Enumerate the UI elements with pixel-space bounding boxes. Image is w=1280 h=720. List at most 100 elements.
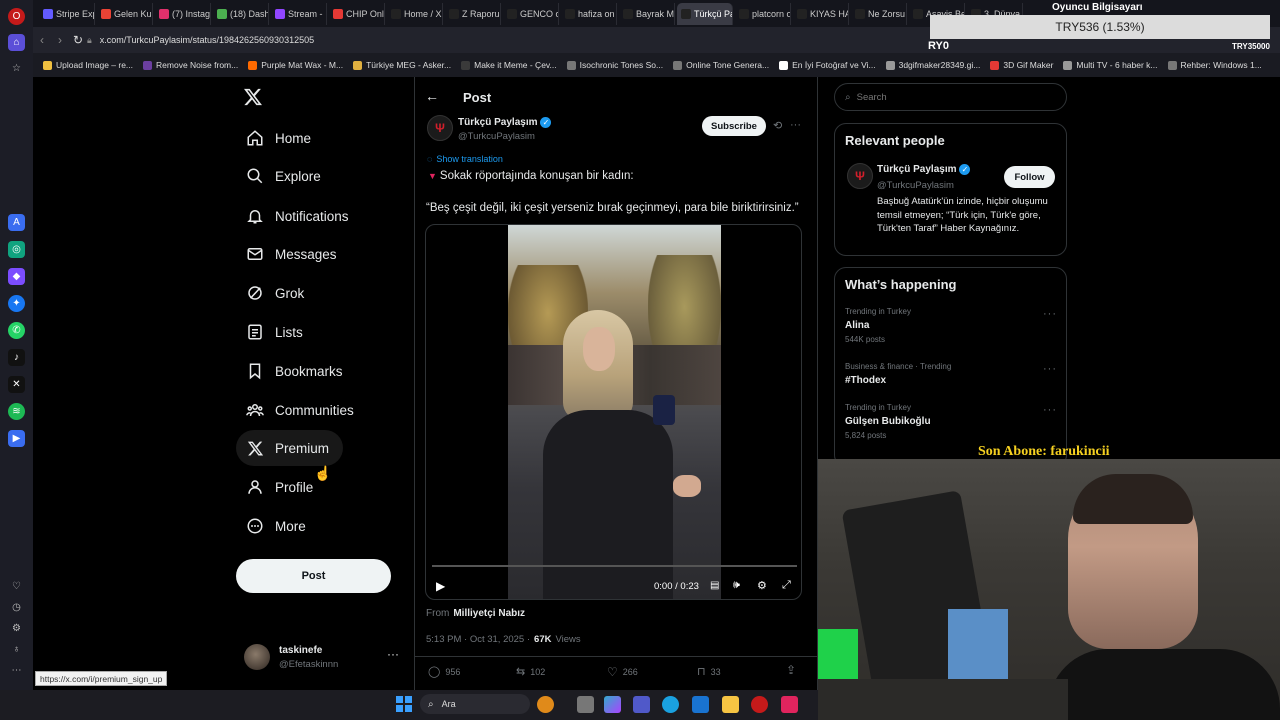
browser-tab[interactable]: Z Raporu xyxy=(445,2,501,25)
bookmark-item[interactable]: Multi TV - 6 haber k... xyxy=(1063,60,1158,70)
windows-start-icon[interactable] xyxy=(396,696,412,712)
captions-icon[interactable]: ▤ xyxy=(710,580,719,591)
taskbar-copilot-icon[interactable] xyxy=(604,696,621,713)
opera-logo-icon[interactable]: O xyxy=(8,8,25,25)
back-icon[interactable]: ‹ xyxy=(33,33,51,47)
translate-row[interactable]: ◌ Show translation xyxy=(427,154,503,164)
account-more-icon[interactable]: ··· xyxy=(387,647,399,661)
bookmark-item[interactable]: Isochronic Tones So... xyxy=(566,60,663,70)
post-more-icon[interactable]: ··· xyxy=(790,119,801,131)
player-icon[interactable]: ▶ xyxy=(8,430,25,447)
volume-icon[interactable]: 🕪︎ xyxy=(733,579,740,592)
browser-tab[interactable]: GENCO o xyxy=(503,2,559,25)
nav-item-home[interactable]: Home xyxy=(236,120,325,156)
trend-item[interactable]: Trending in Turkey Gülşen Bubikoğlu 5,824 … xyxy=(845,403,931,440)
browser-tab[interactable]: platcorn o xyxy=(735,2,791,25)
nav-item-explore[interactable]: Explore xyxy=(236,158,335,194)
person-name[interactable]: Türkçü Paylaşım xyxy=(877,164,956,175)
nav-item-lists[interactable]: Lists xyxy=(236,314,317,350)
share-icon[interactable]: ⇪ xyxy=(786,663,796,677)
video-progress-track[interactable] xyxy=(432,565,797,567)
nav-item-communities[interactable]: Communities xyxy=(236,392,368,428)
bookmark-action[interactable]: ⊓ 33 xyxy=(697,665,721,678)
browser-tab[interactable]: Gelen Ku xyxy=(97,2,153,25)
author-name-row[interactable]: Türkçü Paylaşım ✓ xyxy=(458,117,552,128)
url-field[interactable]: x.com/TurkcuPaylasim/status/198426256093… xyxy=(100,35,314,45)
x-sidebar-icon[interactable]: ✕ xyxy=(8,376,25,393)
more-icon[interactable]: ⋯ xyxy=(8,662,25,679)
settings-icon[interactable]: ⚙ xyxy=(8,620,25,637)
app-icon[interactable]: ◆ xyxy=(8,268,25,285)
taskbar-store-icon[interactable] xyxy=(692,696,709,713)
x-logo-icon[interactable] xyxy=(243,87,263,107)
bookmark-item[interactable]: En İyi Fotoğraf ve Vi... xyxy=(779,60,876,70)
search-input[interactable] xyxy=(856,91,1037,103)
play-icon[interactable]: ▶ xyxy=(436,579,445,593)
trend-item[interactable]: Business & finance · Trending #Thodex xyxy=(845,362,951,386)
author-handle[interactable]: @TurkcuPaylasim xyxy=(458,131,535,142)
messenger-icon[interactable]: ✦ xyxy=(8,295,25,312)
taskbar-pumpkin-icon[interactable] xyxy=(537,696,554,713)
browser-tab[interactable]: Ne Zorsu xyxy=(851,2,907,25)
browser-tab[interactable]: CHIP Onl xyxy=(329,2,385,25)
from-source[interactable]: Milliyetçi Nabız xyxy=(453,608,525,619)
trend-more-icon[interactable]: ··· xyxy=(1043,363,1057,375)
video-player[interactable]: ▶ 0:00 / 0:23 ▤ 🕪︎ ⚙ ⤢ xyxy=(425,224,802,600)
bookmark-item[interactable]: Make it Meme - Çev... xyxy=(461,60,557,70)
browser-tab[interactable]: hafiza on xyxy=(561,2,617,25)
nav-item-messages[interactable]: Messages xyxy=(236,236,351,272)
taskbar-explorer-icon[interactable] xyxy=(722,696,739,713)
taskbar-teams-icon[interactable] xyxy=(633,696,650,713)
back-arrow-icon[interactable]: ← xyxy=(425,88,439,104)
nav-item-grok[interactable]: Grok xyxy=(236,275,318,311)
lightbulb-icon[interactable]: ♁ xyxy=(8,641,25,658)
person-handle[interactable]: @TurkcuPaylasim xyxy=(877,180,954,191)
browser-tab[interactable]: Bayrak M xyxy=(619,2,675,25)
taskbar-taskview-icon[interactable] xyxy=(577,696,594,713)
nav-item-more[interactable]: More xyxy=(236,508,320,544)
forward-icon[interactable]: › xyxy=(51,33,69,47)
opera-home-icon[interactable]: ⌂ xyxy=(8,34,25,51)
bookmark-item[interactable]: Purple Mat Wax - M... xyxy=(248,60,343,70)
chatgpt-icon[interactable]: ◎ xyxy=(8,241,25,258)
trend-item[interactable]: Trending in Turkey Alina 544K posts xyxy=(845,307,911,344)
author-name[interactable]: Türkçü Paylaşım xyxy=(458,117,537,128)
search-box[interactable]: ⌕ xyxy=(834,83,1067,111)
subscribe-button[interactable]: Subscribe xyxy=(702,116,766,136)
whatsapp-icon[interactable]: ✆ xyxy=(8,322,25,339)
bookmark-item[interactable]: Upload Image – re... xyxy=(43,60,133,70)
browser-tab[interactable]: (18) Dash xyxy=(213,2,269,25)
browser-tab[interactable]: Home / X xyxy=(387,2,443,25)
bookmark-item[interactable]: 3D Gif Maker xyxy=(990,60,1053,70)
taskbar-search[interactable]: ⌕ Ara xyxy=(420,694,530,714)
heart-icon[interactable]: ♡ xyxy=(8,578,25,595)
nav-item-premium[interactable]: Premium xyxy=(236,430,344,466)
reply-action[interactable]: ◯ 956 xyxy=(428,665,460,678)
browser-tab[interactable]: Türkçü Paylaşım xyxy=(677,2,733,25)
like-action[interactable]: ♡ 266 xyxy=(607,665,638,679)
bookmark-item[interactable]: 3dgifmaker28349.gi... xyxy=(885,60,980,70)
browser-tab[interactable]: KIYAS HA xyxy=(793,2,849,25)
tiktok-icon[interactable]: ♪ xyxy=(8,349,25,366)
person-name-row[interactable]: Türkçü Paylaşım ✓ xyxy=(877,164,971,175)
fullscreen-icon[interactable]: ⤢ xyxy=(782,579,791,592)
star-icon[interactable]: ☆ xyxy=(8,60,25,77)
show-translation-link[interactable]: Show translation xyxy=(436,154,503,164)
browser-tab[interactable]: (7) Instag xyxy=(155,2,211,25)
account-switcher[interactable]: taskinefe @Efetaskinnn ··· xyxy=(244,643,404,673)
nav-item-notifications[interactable]: Notifications xyxy=(236,198,363,234)
bookmark-item[interactable]: Online Tone Genera... xyxy=(673,60,769,70)
browser-tab[interactable]: Stream - xyxy=(271,2,327,25)
nav-item-bookmarks[interactable]: Bookmarks xyxy=(236,353,357,389)
aria-icon[interactable]: A xyxy=(8,214,25,231)
spotify-icon[interactable]: ≋ xyxy=(8,403,25,420)
author-avatar[interactable]: Ψ xyxy=(427,115,453,141)
taskbar-edge-icon[interactable] xyxy=(662,696,679,713)
bookmark-item[interactable]: Rehber: Windows 1... xyxy=(1167,60,1262,70)
grok-post-icon[interactable]: ⟲ xyxy=(773,119,782,132)
person-avatar[interactable]: Ψ xyxy=(847,163,873,189)
follow-button[interactable]: Follow xyxy=(1004,166,1055,188)
trend-more-icon[interactable]: ··· xyxy=(1043,308,1057,320)
post-button[interactable]: Post xyxy=(236,559,391,593)
taskbar-app-icon[interactable] xyxy=(781,696,798,713)
